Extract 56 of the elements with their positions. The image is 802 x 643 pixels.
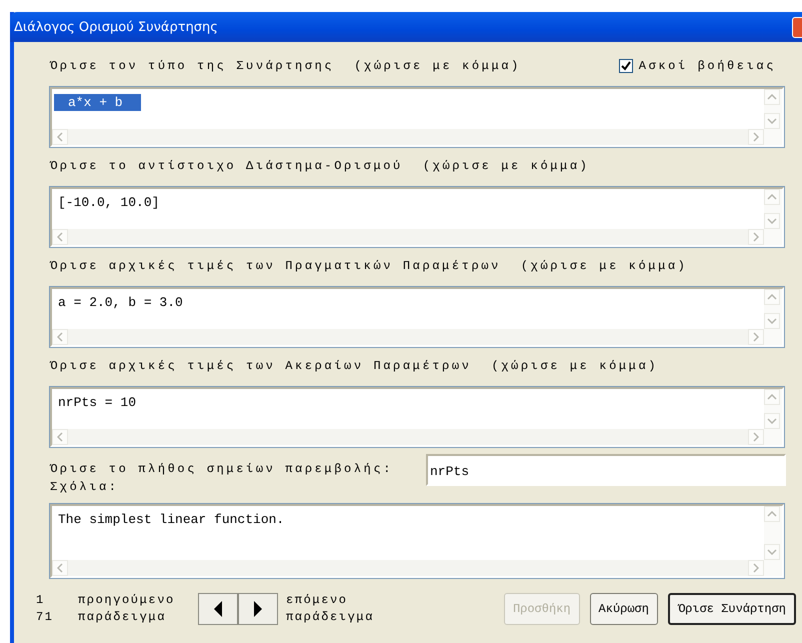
scroll-left-icon[interactable] [52, 429, 68, 445]
previous-button[interactable] [198, 593, 238, 625]
field-hint: (χώρισε με κόμμα) [491, 359, 658, 373]
text-area[interactable]: nrPts = 10 [50, 387, 784, 447]
dialog-button[interactable]: Ακύρωση [590, 593, 658, 625]
scroll-left-icon[interactable] [52, 329, 68, 345]
scroll-right-icon[interactable] [748, 229, 764, 245]
text-area[interactable]: [-10.0, 10.0] [50, 187, 784, 247]
text-value: nrPts = 10 [57, 394, 138, 411]
scroll-down-icon[interactable] [764, 313, 780, 329]
scroll-left-icon[interactable] [52, 229, 68, 245]
scroll-down-icon[interactable] [764, 544, 780, 560]
help-checkbox[interactable]: Ασκοί βοήθειας [618, 59, 776, 73]
field-hint: (χώρισε με κόμμα) [520, 259, 688, 273]
example-counter: 71 [36, 609, 55, 626]
scroll-right-icon[interactable] [748, 329, 764, 345]
checkbox-icon[interactable] [618, 59, 633, 73]
comments-area[interactable]: The simplest linear function. [50, 504, 784, 578]
text-value: a*x + b [54, 94, 141, 111]
field-label: Όρισε τον τύπο της Συνάρτησης [50, 59, 334, 73]
interpolation-field[interactable]: nrPts [426, 454, 786, 486]
scroll-up-icon[interactable] [764, 89, 780, 105]
scroll-up-icon[interactable] [764, 389, 780, 405]
field-label: Όρισε αρχικές τιμές των Ακεραίων Παραμέτρων [50, 359, 472, 373]
text-value: a = 2.0, b = 3.0 [57, 294, 184, 311]
scroll-right-icon[interactable] [748, 560, 764, 576]
comments-text: The simplest linear function. [57, 511, 286, 528]
text-value: [-10.0, 10.0] [57, 194, 160, 211]
field-label: Όρισε το αντίστοιχο Διάστημα-Ορισμού [50, 159, 403, 173]
scroll-down-icon[interactable] [764, 113, 780, 129]
scroll-down-icon[interactable] [764, 213, 780, 229]
next-label: παράδειγμα [286, 609, 374, 626]
scroll-right-icon[interactable] [748, 129, 764, 145]
scroll-down-icon[interactable] [764, 413, 780, 429]
next-button[interactable] [238, 593, 278, 625]
left-triangle-icon [213, 601, 223, 617]
scroll-left-icon[interactable] [52, 560, 68, 576]
window-title: Διάλογος Ορισμού Συνάρτησης [14, 20, 218, 34]
right-triangle-icon [253, 601, 263, 617]
text-area[interactable]: a*x + b [50, 87, 784, 147]
previous-label: παράδειγμα [78, 609, 168, 626]
next-label: επόμενο [286, 592, 349, 609]
scroll-left-icon[interactable] [52, 129, 68, 145]
interpolation-label: Όρισε το πλήθος σημείων παρεμβολής: [50, 461, 394, 478]
dialog-button[interactable]: Όρισε Συνάρτηση [668, 593, 796, 625]
comments-label: Σχόλια: [50, 479, 120, 496]
field-label: Όρισε αρχικές τιμές των Πραγματικών Παραμέτρων [50, 259, 501, 273]
scroll-up-icon[interactable] [764, 506, 780, 522]
scroll-up-icon[interactable] [764, 289, 780, 305]
scroll-up-icon[interactable] [764, 189, 780, 205]
text-area[interactable]: a = 2.0, b = 3.0 [50, 287, 784, 347]
field-hint: (χώρισε με κόμμα) [354, 59, 521, 73]
example-counter: 1 [36, 592, 46, 609]
field-hint: (χώρισε με κόμμα) [422, 159, 590, 173]
previous-label: προηγούμενο [78, 592, 176, 609]
scroll-right-icon[interactable] [748, 429, 764, 445]
